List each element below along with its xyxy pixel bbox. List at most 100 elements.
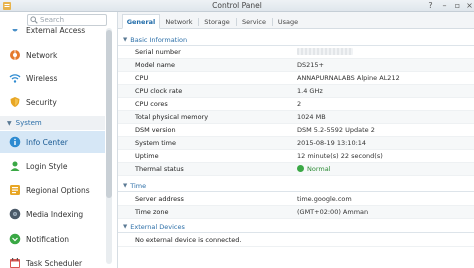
- minimize-icon[interactable]: –: [439, 1, 450, 11]
- section-time[interactable]: ▼ Time: [118, 180, 474, 192]
- section-title: Basic Information: [130, 35, 188, 44]
- tab-divider: [272, 18, 273, 26]
- redacted-value: [297, 47, 353, 55]
- sidebar-item-label: Task Scheduler: [26, 258, 83, 268]
- sidebar-item-label: Security: [26, 97, 57, 107]
- tab-bar: General Network Storage Service Usage: [118, 12, 474, 29]
- help-icon[interactable]: ?: [425, 1, 436, 11]
- tab-divider: [236, 18, 237, 26]
- info-row: CPU cores 2: [118, 98, 474, 111]
- login-style-icon: [10, 161, 20, 171]
- row-label: System time: [135, 139, 176, 147]
- sidebar-item-info-center[interactable]: Info Center: [0, 131, 105, 153]
- row-value: DS215+: [297, 61, 324, 69]
- sidebar-item-label: Media Indexing: [26, 209, 84, 219]
- section-label: System: [15, 119, 42, 127]
- sidebar-item-network[interactable]: Network: [0, 44, 105, 66]
- row-label: DSM version: [135, 126, 176, 134]
- row-value: 1.4 GHz: [297, 87, 323, 95]
- info-row: Model name DS215+: [118, 59, 474, 72]
- section-external-devices[interactable]: ▼ External Devices: [118, 221, 474, 233]
- title-bar: Control Panel ? – ▫ ×: [0, 0, 474, 12]
- sidebar-item-wireless[interactable]: Wireless: [0, 67, 105, 89]
- sidebar-item-regional-options[interactable]: Regional Options: [0, 179, 105, 201]
- row-value: 2: [297, 100, 302, 108]
- regional-options-icon: [10, 185, 20, 195]
- external-devices-message: No external device is connected.: [135, 236, 242, 244]
- sidebar-item-security[interactable]: Security: [0, 91, 105, 113]
- row-value: ANNAPURNALABS Alpine AL212: [297, 74, 400, 82]
- sidebar-item-label: Notification: [26, 234, 70, 244]
- info-row: No external device is connected.: [118, 234, 474, 247]
- row-value: 12 minute(s) 22 second(s): [297, 152, 383, 160]
- chevron-down-icon: ▼: [123, 36, 128, 43]
- sidebar-item-task-scheduler[interactable]: Task Scheduler: [0, 252, 105, 268]
- sidebar-item-notification[interactable]: Notification: [0, 228, 105, 250]
- section-title: Time: [130, 181, 147, 190]
- info-row: Thermal status Normal: [118, 163, 474, 176]
- sidebar-item-label: Network: [26, 50, 58, 60]
- info-row: Total physical memory 1024 MB: [118, 111, 474, 124]
- row-value: Normal: [297, 165, 331, 173]
- row-label: CPU clock rate: [135, 87, 183, 95]
- task-scheduler-icon: [10, 258, 20, 268]
- thermal-status-value: Normal: [307, 165, 331, 173]
- window-title: Control Panel: [212, 1, 262, 10]
- search-icon: [30, 16, 38, 24]
- tab-service[interactable]: Service: [238, 14, 270, 29]
- tab-general[interactable]: General: [122, 14, 160, 29]
- maximize-icon[interactable]: ▫: [452, 1, 463, 11]
- status-ok-icon: [297, 165, 304, 172]
- row-value: [297, 47, 353, 57]
- section-title: External Devices: [130, 222, 185, 231]
- info-row: System time 2015-08-19 13:10:14: [118, 137, 474, 150]
- wireless-icon: [9, 74, 21, 83]
- tab-network[interactable]: Network: [162, 14, 196, 29]
- sidebar-item-label: Login Style: [26, 161, 68, 171]
- scrollbar-thumb[interactable]: [106, 30, 112, 198]
- info-row: CPU ANNAPURNALABS Alpine AL212: [118, 72, 474, 85]
- close-icon[interactable]: ×: [464, 1, 474, 11]
- tab-storage[interactable]: Storage: [200, 14, 234, 29]
- info-row: Time zone (GMT+02:00) Amman: [118, 206, 474, 219]
- section-basic-information[interactable]: ▼ Basic Information: [118, 34, 474, 46]
- security-icon: [10, 97, 20, 107]
- row-label: Total physical memory: [135, 113, 209, 121]
- sidebar-item-login-style[interactable]: Login Style: [0, 155, 105, 177]
- notification-icon: [9, 233, 21, 245]
- media-indexing-icon: [9, 208, 21, 220]
- row-label: Model name: [135, 61, 176, 69]
- search-placeholder: Search: [40, 16, 65, 24]
- sidebar: Search External Access Network Wireless …: [0, 12, 118, 268]
- row-label: CPU: [135, 74, 149, 82]
- chevron-down-icon: ▼: [123, 182, 128, 189]
- row-value: DSM 5.2-5592 Update 2: [297, 126, 375, 134]
- row-label: Uptime: [135, 152, 159, 160]
- sidebar-item-external-access[interactable]: External Access: [0, 25, 105, 35]
- sidebar-item-label: Wireless: [26, 73, 58, 83]
- sidebar-item-label: External Access: [26, 26, 86, 35]
- sidebar-item-media-indexing[interactable]: Media Indexing: [0, 203, 105, 225]
- sidebar-item-label: Info Center: [26, 137, 68, 147]
- row-label: Server address: [135, 195, 184, 203]
- external-access-icon: [12, 29, 18, 32]
- info-row: CPU clock rate 1.4 GHz: [118, 85, 474, 98]
- tab-usage[interactable]: Usage: [274, 14, 302, 29]
- info-row: DSM version DSM 5.2-5592 Update 2: [118, 124, 474, 137]
- sidebar-scrollbar[interactable]: [106, 28, 112, 264]
- info-panel: ▼ Basic Information Serial number Model …: [118, 29, 474, 268]
- row-label: Thermal status: [135, 165, 184, 173]
- sidebar-section-system[interactable]: ▼ System: [0, 116, 105, 130]
- row-label: Serial number: [135, 48, 181, 56]
- chevron-down-icon: ▼: [7, 119, 12, 127]
- info-row: Serial number: [118, 46, 474, 59]
- row-value: time.google.com: [297, 195, 352, 203]
- sidebar-item-label: Regional Options: [26, 185, 90, 195]
- row-label: Time zone: [135, 208, 169, 216]
- row-label: CPU cores: [135, 100, 168, 108]
- row-value: 1024 MB: [297, 113, 326, 121]
- tab-divider: [198, 18, 199, 26]
- row-value: (GMT+02:00) Amman: [297, 208, 369, 216]
- chevron-down-icon: ▼: [123, 223, 128, 230]
- info-row: Uptime 12 minute(s) 22 second(s): [118, 150, 474, 163]
